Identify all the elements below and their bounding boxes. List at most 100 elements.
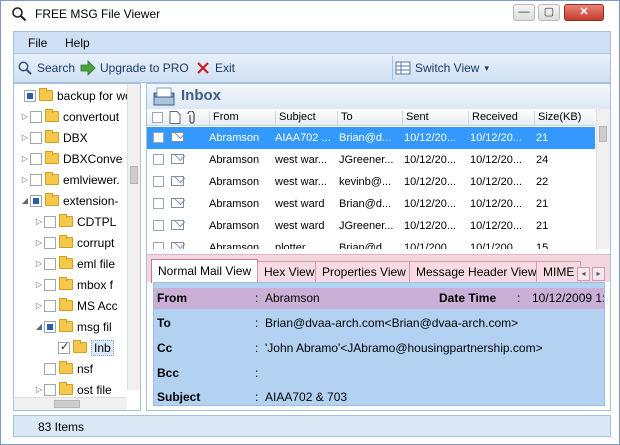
tree-item[interactable]: ▷ DBX	[20, 127, 88, 148]
tree-item-checkbox[interactable]	[58, 340, 70, 354]
column-header-size[interactable]: Size(KB)	[534, 111, 581, 125]
cell-to: JGreener...	[339, 220, 394, 232]
cell-from: Abramson	[209, 154, 260, 166]
tree-item[interactable]: ▷ CDTPL	[34, 211, 116, 232]
status-bar: 83 Items	[13, 415, 611, 437]
tree-item[interactable]: ▷ DBXConve	[20, 148, 122, 169]
expander-icon[interactable]: ◢	[20, 196, 30, 205]
tab-hex-view[interactable]: Hex View	[257, 261, 322, 283]
minimize-button[interactable]: —	[513, 4, 535, 21]
tree-item-checkbox[interactable]	[44, 299, 56, 312]
cell-received: 10/12/20...	[470, 198, 522, 210]
tab-properties-view[interactable]: Properties View	[315, 261, 413, 283]
message-row-checkbox[interactable]	[153, 242, 164, 249]
grid-vertical-scrollbar[interactable]	[596, 109, 610, 249]
tree-item[interactable]: ◢ msg fil	[34, 316, 112, 337]
tree-item-checkbox[interactable]	[44, 383, 56, 396]
expander-icon[interactable]: ▷	[34, 280, 44, 289]
column-header-received[interactable]: Received	[468, 111, 518, 125]
message-row[interactable]: Abramson west war... kevinb@... 10/12/20...…	[147, 171, 595, 193]
tab-normal-mail-view[interactable]: Normal Mail View	[151, 259, 259, 283]
expander-icon[interactable]: ▷	[20, 112, 30, 121]
tree-item-checkbox[interactable]	[30, 131, 42, 144]
tree-item-checkbox[interactable]	[44, 236, 56, 249]
message-row-checkbox[interactable]	[153, 220, 164, 231]
from-value: Abramson	[265, 291, 320, 305]
expander-icon[interactable]: ▷	[20, 133, 30, 142]
message-row[interactable]: Abramson plotter Brian@d... 10/1/200... 10/1…	[147, 237, 595, 249]
folder-icon	[59, 256, 73, 269]
tree-item[interactable]: ▷ MS Acc	[34, 295, 118, 316]
tree-item-checkbox[interactable]	[44, 362, 56, 375]
tree-item[interactable]: ▷ convertout	[20, 106, 119, 127]
column-header-to[interactable]: To	[337, 111, 353, 125]
tree-item-checkbox[interactable]	[30, 152, 42, 165]
tab-scroll-right-icon[interactable]: ▸	[592, 267, 605, 281]
subject-label: Subject	[157, 390, 201, 404]
expander-icon[interactable]: ▷	[20, 175, 30, 184]
tree-item[interactable]: nsf	[34, 358, 93, 379]
column-header-subject[interactable]: Subject	[275, 111, 316, 125]
expander-icon[interactable]: ▷	[34, 238, 44, 247]
grid-scroll-thumb[interactable]	[599, 126, 607, 142]
search-button[interactable]: Search	[17, 60, 75, 76]
tree-item[interactable]: Inb	[48, 337, 114, 358]
switch-view-label: Switch View	[415, 61, 480, 75]
detail-row-to: To : Brian@dvaa-arch.com<Brian@dvaa-arch…	[154, 313, 604, 334]
cell-sent: 10/12/20...	[404, 220, 456, 232]
select-all-checkbox[interactable]	[152, 112, 163, 123]
tree-item[interactable]: ▷ eml file	[34, 253, 115, 274]
tab-mime[interactable]: MIME	[536, 261, 582, 283]
tree-item-checkbox[interactable]	[30, 194, 42, 207]
maximize-button[interactable]: ▢	[538, 4, 560, 21]
column-header-sent[interactable]: Sent	[402, 111, 429, 125]
tree-item[interactable]: backup for wo	[14, 85, 132, 106]
tree-item-checkbox[interactable]	[44, 257, 56, 270]
message-row-checkbox[interactable]	[153, 132, 164, 143]
expander-icon[interactable]: ▷	[34, 385, 44, 394]
cell-to: Brian@d...	[339, 132, 392, 144]
tree-vertical-scrollbar[interactable]	[127, 84, 140, 390]
cc-label: Cc	[157, 341, 173, 355]
tree-item[interactable]: ▷ mbox f	[34, 274, 113, 295]
tree-item-label: eml file	[77, 256, 116, 271]
cell-sent: 10/12/20...	[404, 176, 456, 188]
message-row[interactable]: Abramson west ward Brian@d... 10/12/20... 10…	[147, 193, 595, 215]
menu-help[interactable]: Help	[65, 36, 90, 50]
tree-item-checkbox[interactable]	[44, 278, 56, 291]
message-row[interactable]: Abramson AIAA702 ... Brian@d... 10/12/20...…	[147, 127, 595, 149]
tree-horizontal-scrollbar[interactable]	[14, 397, 127, 410]
tree-hscroll-thumb[interactable]	[54, 400, 80, 408]
window-title: FREE MSG File Viewer	[35, 7, 161, 21]
message-row[interactable]: Abramson west war... JGreener... 10/12/20..…	[147, 149, 595, 171]
tree-item-checkbox[interactable]	[44, 320, 56, 333]
tree-item-label: nsf	[77, 361, 94, 376]
tree-item-checkbox[interactable]	[44, 215, 56, 228]
tree-item[interactable]: ◢ extension-	[20, 190, 118, 211]
upgrade-button[interactable]: Upgrade to PRO	[80, 60, 189, 76]
tree-item-checkbox[interactable]	[24, 89, 36, 102]
message-row[interactable]: Abramson west ward JGreener... 10/12/20... 1…	[147, 215, 595, 237]
expander-icon[interactable]: ▷	[34, 217, 44, 226]
column-header-from[interactable]: From	[209, 111, 239, 125]
expander-icon[interactable]: ▷	[34, 259, 44, 268]
tree-item[interactable]: ▷ corrupt	[34, 232, 114, 253]
tree-item-checkbox[interactable]	[30, 110, 42, 123]
menu-file[interactable]: File	[28, 36, 47, 50]
dropdown-arrow-icon: ▾	[484, 62, 490, 73]
tree-scroll-thumb[interactable]	[130, 166, 138, 184]
exit-button[interactable]: Exit	[195, 60, 235, 76]
message-row-checkbox[interactable]	[153, 154, 164, 165]
expander-icon[interactable]: ▷	[34, 301, 44, 310]
switch-view-button[interactable]: Switch View ▾	[395, 60, 489, 76]
tab-scroll-left-icon[interactable]: ◂	[577, 267, 590, 281]
message-row-checkbox[interactable]	[153, 198, 164, 209]
expander-icon[interactable]: ▷	[20, 154, 30, 163]
tree-item[interactable]: ▷ emlviewer.	[20, 169, 120, 190]
close-button[interactable]: ✕	[564, 4, 604, 21]
expander-icon[interactable]: ◢	[34, 322, 44, 331]
tree-item-checkbox[interactable]	[30, 173, 42, 186]
tab-message-header-view[interactable]: Message Header View	[409, 261, 544, 283]
message-row-checkbox[interactable]	[153, 176, 164, 187]
folder-icon	[59, 298, 73, 311]
